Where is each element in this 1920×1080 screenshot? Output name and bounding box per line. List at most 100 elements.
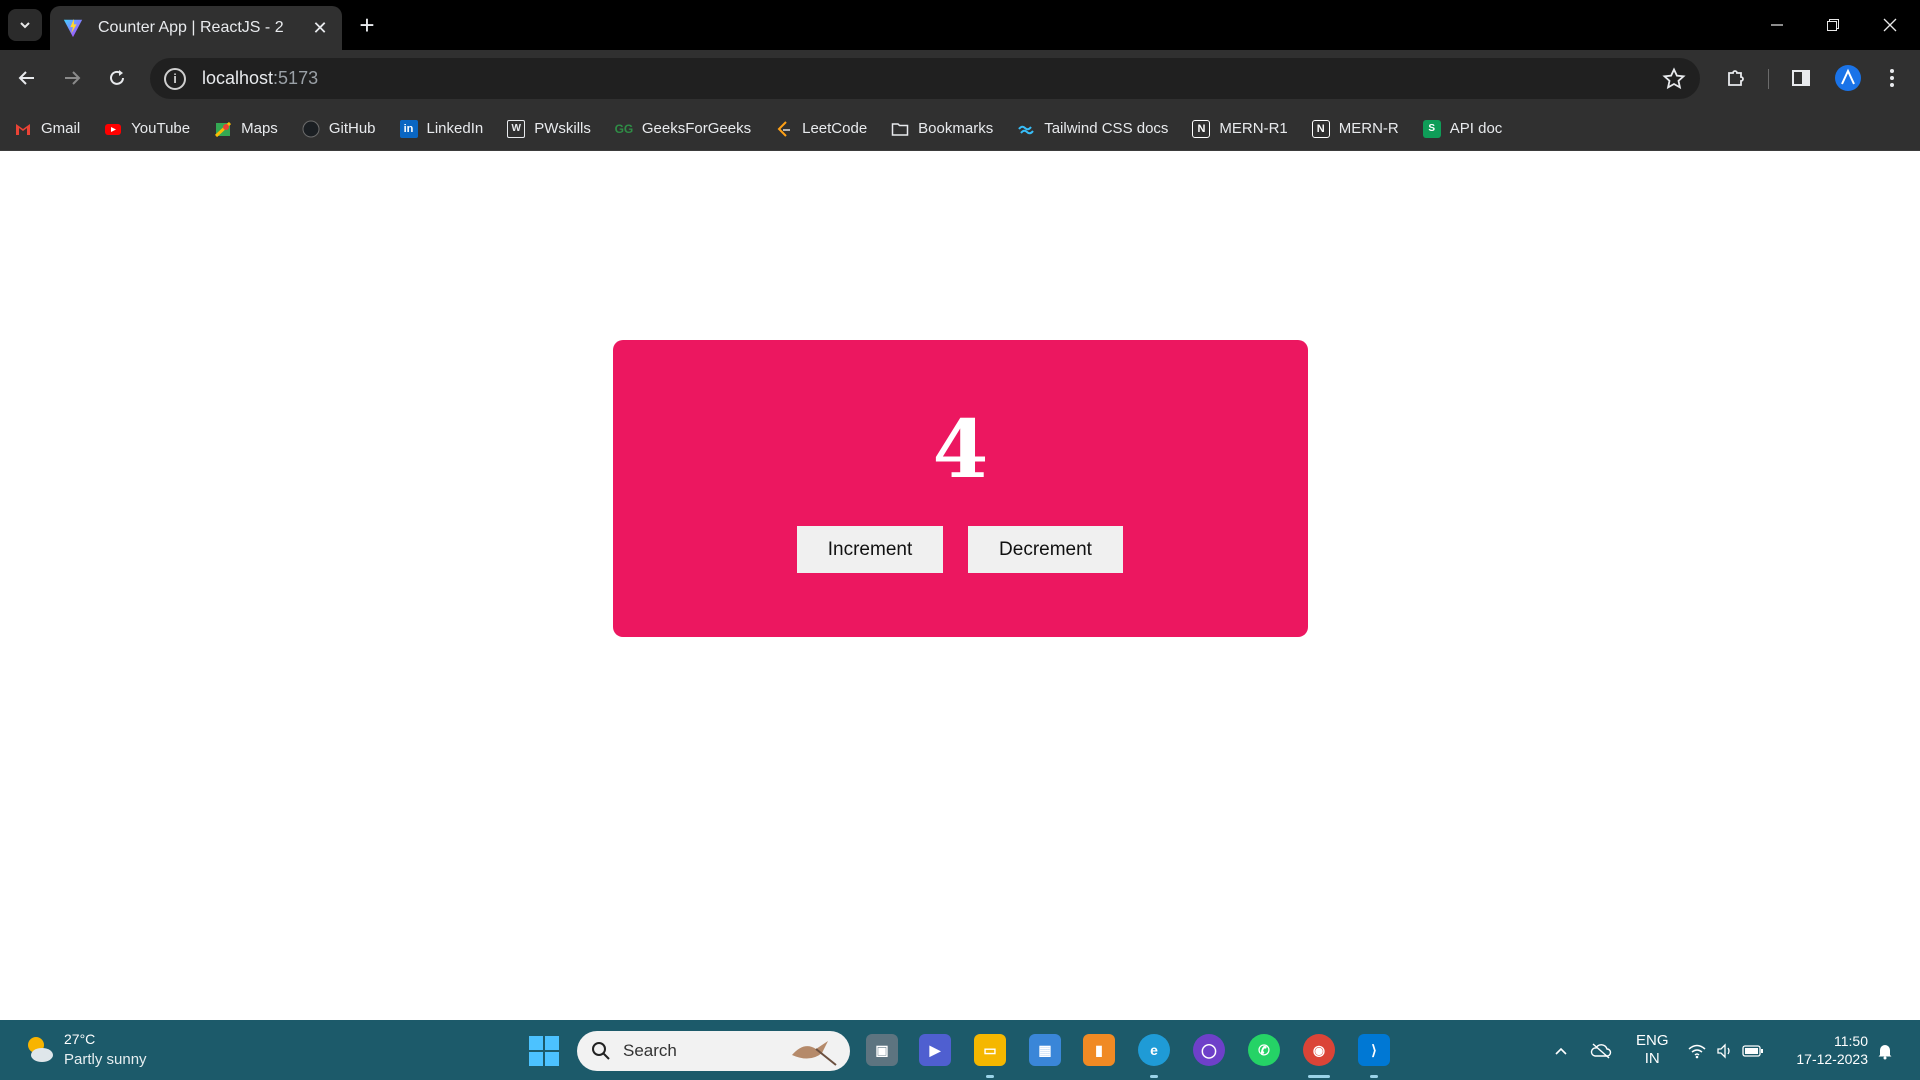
chrome-icon[interactable]: ◉ [1303, 1034, 1335, 1066]
avatar-icon [1841, 68, 1855, 85]
tab-close-icon[interactable]: ✕ [310, 18, 330, 39]
pwskills-icon: W [507, 119, 526, 138]
page-viewport: 4 Increment Decrement [0, 151, 1920, 1020]
clock-time: 11:50 [1834, 1033, 1868, 1049]
weather-description: Partly sunny [64, 1051, 147, 1068]
url-port: :5173 [273, 68, 319, 88]
bookmark-label: Gmail [41, 120, 81, 137]
back-button[interactable] [11, 62, 43, 94]
battery-icon-glyph [1742, 1045, 1763, 1057]
restore-button[interactable] [1805, 0, 1861, 50]
file-explorer-icon[interactable]: ▭ [974, 1034, 1006, 1066]
volume-icon[interactable] [1714, 1040, 1736, 1062]
browser-toolbar: i localhost :5173 [0, 50, 1920, 107]
reload-icon [110, 70, 124, 85]
whatsapp-icon[interactable]: ✆ [1248, 1034, 1280, 1066]
tray-overflow-icon[interactable] [1550, 1040, 1572, 1062]
start-icon-tile [545, 1036, 559, 1050]
counter-value: 4 [932, 402, 989, 496]
bookmark-folder[interactable]: Bookmarks [891, 120, 993, 138]
site-info-icon[interactable]: i [164, 67, 186, 90]
microsoft-store-icon[interactable]: ▦ [1029, 1034, 1061, 1066]
bookmark-github[interactable]: GitHub [302, 120, 376, 138]
system-clock[interactable]: 11:50 17-12-2023 [1786, 1032, 1868, 1068]
battery-icon[interactable] [1742, 1040, 1764, 1062]
bookmark-label: LeetCode [802, 120, 868, 137]
bookmark-mern-r1[interactable]: N MERN-R1 [1192, 119, 1288, 138]
speaker-icon [1717, 1043, 1730, 1059]
bookmark-mern-r[interactable]: N MERN-R [1311, 119, 1399, 138]
app-active-indicator [1308, 1075, 1330, 1078]
github-desktop-icon[interactable]: ◯ [1193, 1034, 1225, 1066]
increment-button[interactable]: Increment [797, 526, 943, 573]
language-indicator[interactable]: ENG IN [1636, 1032, 1669, 1068]
bookmark-leetcode[interactable]: LeetCode [775, 120, 867, 138]
start-icon-tile [529, 1036, 543, 1050]
close-window-button[interactable] [1862, 0, 1918, 50]
notion-icon: N [1311, 119, 1330, 138]
tab-strip: Counter App | ReactJS - 2 ✕ + [0, 0, 1920, 50]
side-panel-icon [1792, 70, 1810, 86]
clock-date: 17-12-2023 [1796, 1051, 1868, 1067]
taskbar-search[interactable]: Search [577, 1031, 850, 1071]
side-panel-button[interactable] [1785, 62, 1817, 94]
profile-avatar[interactable] [1835, 65, 1861, 91]
bookmark-label: MERN-R1 [1219, 120, 1288, 137]
folder-icon [891, 122, 909, 136]
reload-button[interactable] [101, 62, 133, 94]
puzzle-icon [1728, 70, 1744, 86]
windows-taskbar: 27°C Partly sunny Search ▣ ▶ ▭ ▦ ▮ e ◯ ✆… [0, 1020, 1920, 1080]
bookmark-youtube[interactable]: YouTube [104, 120, 190, 138]
teams-meet-icon[interactable]: ▶ [919, 1034, 951, 1066]
new-tab-button[interactable]: + [352, 10, 382, 40]
bookmark-gmail[interactable]: Gmail [14, 120, 80, 138]
edge-icon[interactable]: e [1138, 1034, 1170, 1066]
notifications-icon[interactable] [1874, 1040, 1896, 1062]
address-bar[interactable]: i localhost :5173 [150, 58, 1700, 99]
office-icon[interactable]: ▮ [1083, 1034, 1115, 1066]
leetcode-icon [777, 120, 791, 137]
linkedin-icon: in [399, 119, 418, 138]
github-icon [302, 120, 320, 137]
gmail-icon [16, 123, 30, 135]
bookmark-api-doc[interactable]: S API doc [1422, 119, 1502, 138]
wifi-icon-glyph [1688, 1044, 1706, 1059]
onedrive-offline-icon[interactable] [1590, 1040, 1612, 1062]
decrement-button[interactable]: Decrement [968, 526, 1123, 573]
bookmark-geeksforgeeks[interactable]: GG GeeksForGeeks [615, 120, 752, 138]
close-icon [1883, 18, 1897, 32]
bookmark-maps[interactable]: Maps [214, 120, 278, 138]
restore-icon [1827, 19, 1839, 31]
wifi-icon[interactable] [1686, 1040, 1708, 1062]
app-open-indicator [986, 1075, 994, 1078]
chevron-up-icon [1555, 1047, 1567, 1055]
weather-temperature: 27°C [64, 1031, 96, 1047]
start-icon-tile [529, 1052, 543, 1066]
app-open-indicator [1150, 1075, 1158, 1078]
tailwind-icon [1018, 125, 1035, 134]
bookmark-tailwind[interactable]: Tailwind CSS docs [1017, 120, 1168, 138]
tab-search-button[interactable] [8, 9, 42, 41]
forward-button[interactable] [56, 62, 88, 94]
bookmark-linkedin[interactable]: in LinkedIn [399, 119, 484, 138]
vscode-icon[interactable]: ⟩ [1358, 1034, 1390, 1066]
vite-icon [63, 18, 83, 38]
bookmark-star-icon[interactable] [1662, 67, 1686, 91]
browser-menu-button[interactable] [1876, 62, 1908, 94]
extensions-button[interactable] [1720, 62, 1752, 94]
minimize-icon [1771, 24, 1783, 26]
bookmark-label: GitHub [328, 120, 376, 137]
windows-start-button[interactable] [529, 1036, 559, 1066]
arrow-left-icon [18, 71, 34, 85]
language-code: ENG [1636, 1032, 1669, 1049]
url-host: localhost [202, 68, 274, 88]
tab-counter-app[interactable]: Counter App | ReactJS - 2 ✕ [50, 6, 342, 50]
bookmark-pwskills[interactable]: W PWskills [507, 119, 591, 138]
minimize-button[interactable] [1749, 0, 1805, 50]
bookmark-label: LinkedIn [426, 120, 484, 137]
bookmark-label: MERN-R [1338, 120, 1399, 137]
search-highlight-bird-icon [792, 1041, 837, 1066]
weather-partly-sunny-icon[interactable] [22, 1032, 56, 1066]
task-view-icon[interactable]: ▣ [866, 1034, 898, 1066]
arrow-right-icon [65, 71, 81, 85]
